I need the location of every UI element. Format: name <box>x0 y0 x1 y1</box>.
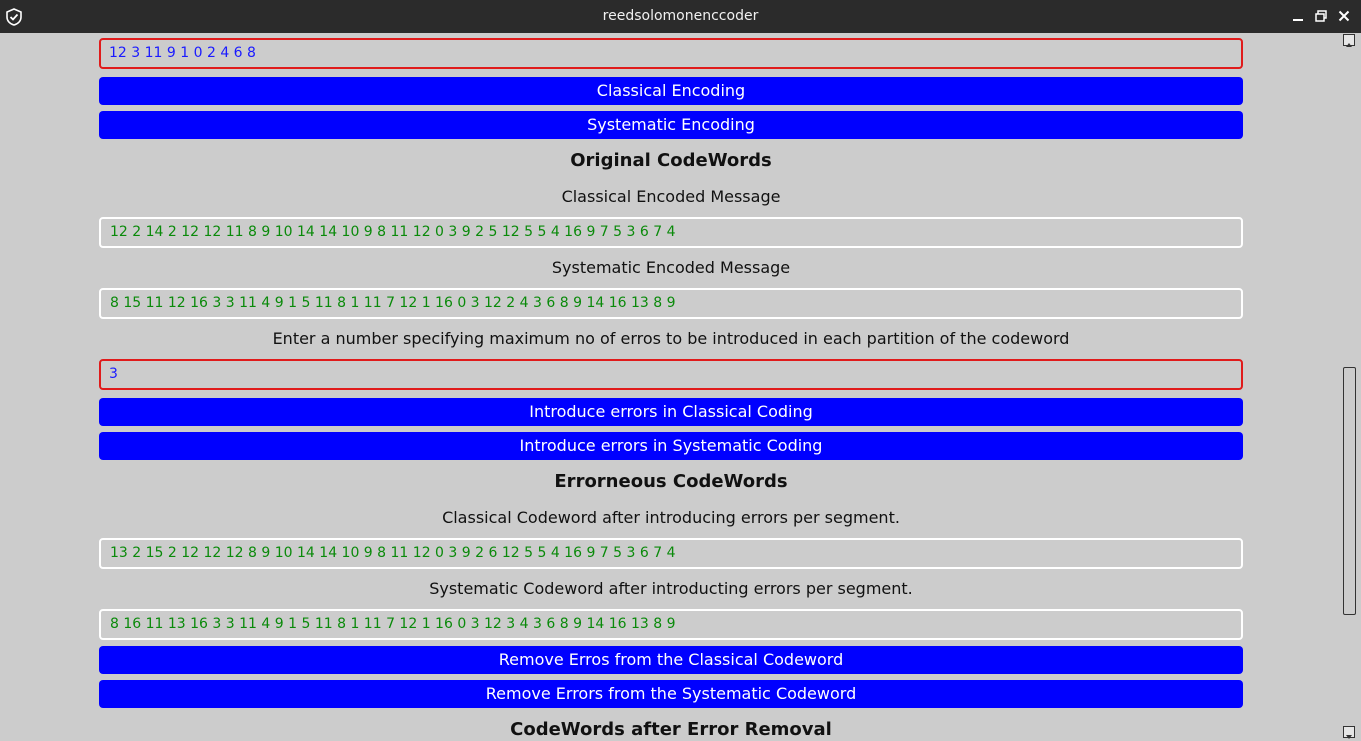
introduce-systematic-errors-button[interactable]: Introduce errors in Systematic Coding <box>99 432 1243 460</box>
erroneous-codewords-heading: Errorneous CodeWords <box>554 471 788 492</box>
minimize-icon[interactable] <box>1290 8 1306 24</box>
title-bar: reedsolomonenccoder <box>0 0 1361 33</box>
window-title: reedsolomonenccoder <box>602 8 759 24</box>
vertical-scrollbar[interactable] <box>1340 33 1361 741</box>
systematic-encoded-label: Systematic Encoded Message <box>551 258 791 277</box>
errors-prompt-label: Enter a number specifying maximum no of … <box>272 329 1070 348</box>
classical-encoded-output[interactable]: 12 2 14 2 12 12 11 8 9 10 14 14 10 9 8 1… <box>99 217 1243 248</box>
systematic-encoded-output[interactable]: 8 15 11 12 16 3 3 11 4 9 1 5 11 8 1 11 7… <box>99 288 1243 319</box>
classical-erroneous-label: Classical Codeword after introducing err… <box>442 508 900 527</box>
classical-encoded-label: Classical Encoded Message <box>561 187 781 206</box>
remove-classical-errors-button[interactable]: Remove Erros from the Classical Codeword <box>99 646 1243 674</box>
scroll-up-icon[interactable] <box>1343 34 1355 47</box>
introduce-classical-errors-button[interactable]: Introduce errors in Classical Coding <box>99 398 1243 426</box>
after-removal-heading: CodeWords after Error Removal <box>510 719 832 740</box>
systematic-erroneous-output[interactable]: 8 16 11 13 16 3 3 11 4 9 1 5 11 8 1 11 7… <box>99 609 1243 640</box>
remove-systematic-errors-button[interactable]: Remove Errors from the Systematic Codewo… <box>99 680 1243 708</box>
max-errors-input[interactable]: 3 <box>99 359 1243 390</box>
message-input[interactable]: 12 3 11 9 1 0 2 4 6 8 <box>99 38 1243 69</box>
scrollbar-thumb[interactable] <box>1343 367 1356 615</box>
classical-erroneous-output[interactable]: 13 2 15 2 12 12 12 8 9 10 14 14 10 9 8 1… <box>99 538 1243 569</box>
main-content: 12 3 11 9 1 0 2 4 6 8 Classical Encoding… <box>0 33 1340 741</box>
systematic-encoding-button[interactable]: Systematic Encoding <box>99 111 1243 139</box>
scroll-down-icon[interactable] <box>1343 726 1355 739</box>
systematic-erroneous-label: Systematic Codeword after introducting e… <box>429 579 913 598</box>
restore-icon[interactable] <box>1313 8 1329 24</box>
classical-encoding-button[interactable]: Classical Encoding <box>99 77 1243 105</box>
close-icon[interactable] <box>1336 8 1352 24</box>
original-codewords-heading: Original CodeWords <box>570 150 772 171</box>
